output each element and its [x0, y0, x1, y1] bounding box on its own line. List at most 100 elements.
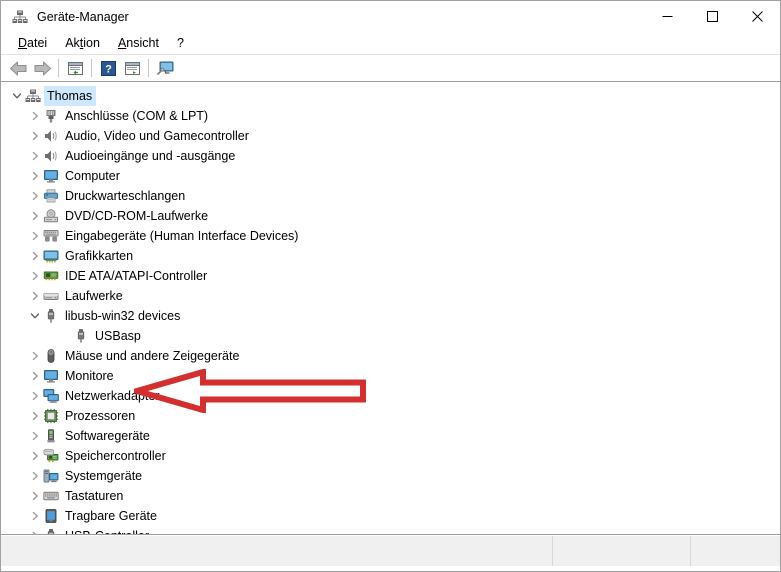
properties-icon [67, 61, 83, 75]
processor-icon [43, 408, 59, 424]
tree-node-label: Anschlüsse (COM & LPT) [65, 109, 209, 123]
update-driver-icon [124, 61, 140, 75]
tree-node[interactable]: Systemgeräte [1, 466, 780, 486]
maximize-button[interactable] [690, 1, 735, 32]
storage-controller-icon [43, 448, 59, 464]
tree-node-label: Laufwerke [65, 289, 123, 303]
tree-node[interactable]: Prozessoren [1, 406, 780, 426]
printer-icon [43, 188, 59, 204]
tree-node-label: libusb-win32 devices [65, 309, 181, 323]
tree-node[interactable]: Druckwarteschlangen [1, 186, 780, 206]
title-bar: Geräte-Manager [1, 1, 780, 32]
toolbar: ? [1, 55, 780, 82]
portable-device-icon [43, 508, 59, 524]
controller-card-icon [43, 268, 59, 284]
chevron-right-icon[interactable] [27, 166, 43, 186]
tree-node-label: Monitore [65, 369, 114, 383]
chevron-right-icon[interactable] [27, 406, 43, 426]
chevron-right-icon[interactable] [27, 146, 43, 166]
chevron-right-icon[interactable] [27, 206, 43, 226]
tree-node[interactable]: Computer [1, 166, 780, 186]
device-tree: Thomas Anschlüsse (COM & LPT) Audio, Video… [1, 82, 780, 534]
tree-node[interactable]: Audio, Video und Gamecontroller [1, 126, 780, 146]
tree-node[interactable]: Grafikkarten [1, 246, 780, 266]
status-message [1, 536, 552, 548]
chevron-right-icon[interactable] [27, 506, 43, 526]
usb-icon [43, 308, 59, 324]
status-bar-main [1, 536, 553, 566]
software-device-icon [43, 428, 59, 444]
monitor-icon [43, 368, 59, 384]
chevron-right-icon[interactable] [27, 346, 43, 366]
chevron-right-icon[interactable] [27, 106, 43, 126]
hid-icon [43, 228, 59, 244]
toolbar-separator [91, 59, 92, 77]
speaker-icon [43, 128, 59, 144]
chevron-right-icon[interactable] [27, 266, 43, 286]
chevron-right-icon[interactable] [27, 426, 43, 446]
chevron-right-icon[interactable] [27, 386, 43, 406]
title-bar-left: Geräte-Manager [1, 9, 645, 25]
chevron-right-icon[interactable] [27, 126, 43, 146]
chevron-right-icon[interactable] [27, 446, 43, 466]
tree-node[interactable]: Monitore [1, 366, 780, 386]
tree-node[interactable]: Netzwerkadapter [1, 386, 780, 406]
tree-node-label: IDE ATA/ATAPI-Controller [65, 269, 208, 283]
tree-node[interactable]: IDE ATA/ATAPI-Controller [1, 266, 780, 286]
graphics-card-icon [43, 248, 59, 264]
chevron-down-icon[interactable] [9, 86, 25, 106]
tree-node[interactable]: Speichercontroller [1, 446, 780, 466]
chevron-right-icon[interactable] [27, 526, 43, 534]
tree-node[interactable]: Tastaturen [1, 486, 780, 506]
scan-hardware-button[interactable] [153, 57, 177, 80]
menu-ansicht[interactable]: Ansicht [109, 34, 168, 52]
tree-node-label: USBasp [95, 329, 141, 343]
chevron-right-icon[interactable] [27, 246, 43, 266]
svg-text:?: ? [105, 63, 112, 75]
tree-node-label: Systemgeräte [65, 469, 143, 483]
close-icon [752, 11, 763, 22]
mouse-icon [43, 348, 59, 364]
tree-node[interactable]: Laufwerke [1, 286, 780, 306]
tree-node[interactable]: Eingabegeräte (Human Interface Devices) [1, 226, 780, 246]
tree-node[interactable]: USB-Controller [1, 526, 780, 534]
tree-node-label: Netzwerkadapter [65, 389, 160, 403]
menu-help[interactable]: ? [168, 34, 193, 52]
forward-button[interactable] [30, 57, 54, 80]
tree-node[interactable]: Softwaregeräte [1, 426, 780, 446]
status-bar [1, 535, 780, 566]
computer-root-icon [25, 88, 41, 104]
tree-node[interactable]: DVD/CD-ROM-Laufwerke [1, 206, 780, 226]
status-bar-segment-3 [691, 536, 780, 566]
tree-node[interactable]: Tragbare Geräte [1, 506, 780, 526]
tree-node[interactable]: Mäuse und andere Zeigegeräte [1, 346, 780, 366]
tree-node-label: Speichercontroller [65, 449, 166, 463]
update-driver-button[interactable] [120, 57, 144, 80]
menu-aktion[interactable]: Aktion [56, 34, 109, 52]
speaker-icon [43, 148, 59, 164]
device-tree-panel[interactable]: Thomas Anschlüsse (COM & LPT) Audio, Video… [1, 82, 780, 535]
minimize-button[interactable] [645, 1, 690, 32]
close-button[interactable] [735, 1, 780, 32]
tree-node[interactable]: Anschlüsse (COM & LPT) [1, 106, 780, 126]
chevron-right-icon[interactable] [27, 286, 43, 306]
tree-node-label: Eingabegeräte (Human Interface Devices) [65, 229, 299, 243]
back-button[interactable] [6, 57, 30, 80]
help-button[interactable]: ? [96, 57, 120, 80]
tree-node-label: Thomas [44, 86, 97, 106]
tree-node[interactable]: Audioeingänge und -ausgänge [1, 146, 780, 166]
tree-node-label: Audioeingänge und -ausgänge [65, 149, 236, 163]
menu-datei[interactable]: Datei [9, 34, 56, 52]
properties-button[interactable] [63, 57, 87, 80]
tree-node-label: Druckwarteschlangen [65, 189, 186, 203]
chevron-right-icon[interactable] [27, 466, 43, 486]
tree-node[interactable]: USBasp [1, 326, 780, 346]
chevron-right-icon[interactable] [27, 186, 43, 206]
tree-node[interactable]: Thomas [1, 86, 780, 106]
tree-node[interactable]: libusb-win32 devices [1, 306, 780, 326]
tree-node-label: Softwaregeräte [65, 429, 150, 443]
chevron-down-icon[interactable] [27, 306, 43, 326]
chevron-right-icon[interactable] [27, 366, 43, 386]
chevron-right-icon[interactable] [27, 226, 43, 246]
chevron-right-icon[interactable] [27, 486, 43, 506]
